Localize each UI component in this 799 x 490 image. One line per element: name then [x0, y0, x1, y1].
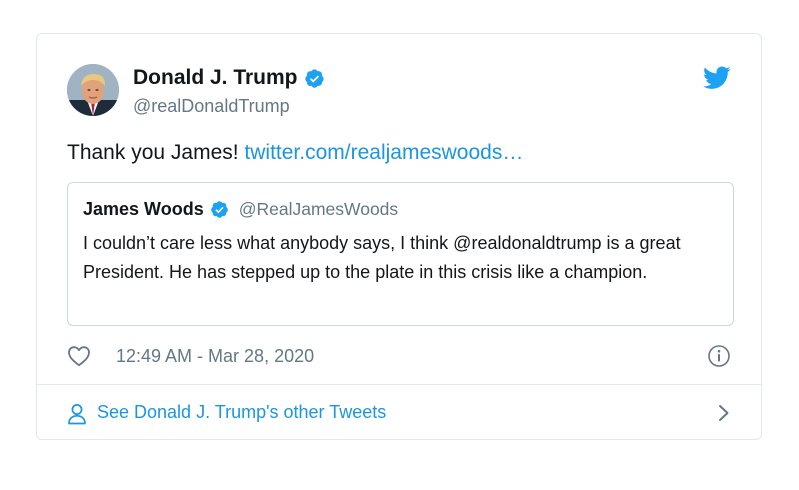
quoted-tweet[interactable]: James Woods @RealJamesWoods I couldn’t c… — [67, 182, 734, 326]
quoted-tweet-header: James Woods @RealJamesWoods — [83, 199, 398, 220]
tweet-meta-row: 12:49 AM - Mar 28, 2020 — [67, 344, 731, 370]
info-icon[interactable] — [707, 344, 731, 368]
author-name-row: Donald J. Trump — [133, 66, 325, 90]
quoted-tweet-text: I couldn’t care less what anybody says, … — [83, 233, 681, 282]
tweet-header: Donald J. Trump @realDonaldTrump — [67, 64, 731, 120]
heart-icon[interactable] — [67, 345, 91, 367]
quoted-author-name: James Woods — [83, 199, 204, 219]
author-handle[interactable]: @realDonaldTrump — [133, 96, 290, 117]
avatar-image — [67, 64, 119, 116]
verified-badge-icon — [210, 200, 229, 219]
divider — [37, 384, 761, 385]
person-icon — [67, 403, 87, 425]
other-tweets-link[interactable]: See Donald J. Trump's other Tweets — [67, 399, 731, 427]
other-tweets-label: See Donald J. Trump's other Tweets — [97, 402, 387, 422]
chevron-right-icon — [717, 403, 731, 423]
twitter-bird-icon[interactable] — [703, 66, 731, 90]
embedded-tweet-card: Donald J. Trump @realDonaldTrump Thank y… — [36, 33, 762, 440]
tweet-body: Thank you James! — [67, 141, 245, 164]
tweet-text: Thank you James! twitter.com/realjameswo… — [67, 141, 523, 165]
avatar[interactable] — [67, 64, 119, 116]
quoted-author-handle: @RealJamesWoods — [238, 199, 399, 219]
verified-badge-icon — [304, 68, 325, 89]
author-name[interactable]: Donald J. Trump — [133, 66, 298, 90]
tweet-link[interactable]: twitter.com/realjameswoods… — [244, 141, 523, 164]
tweet-timestamp[interactable]: 12:49 AM - Mar 28, 2020 — [116, 346, 314, 367]
